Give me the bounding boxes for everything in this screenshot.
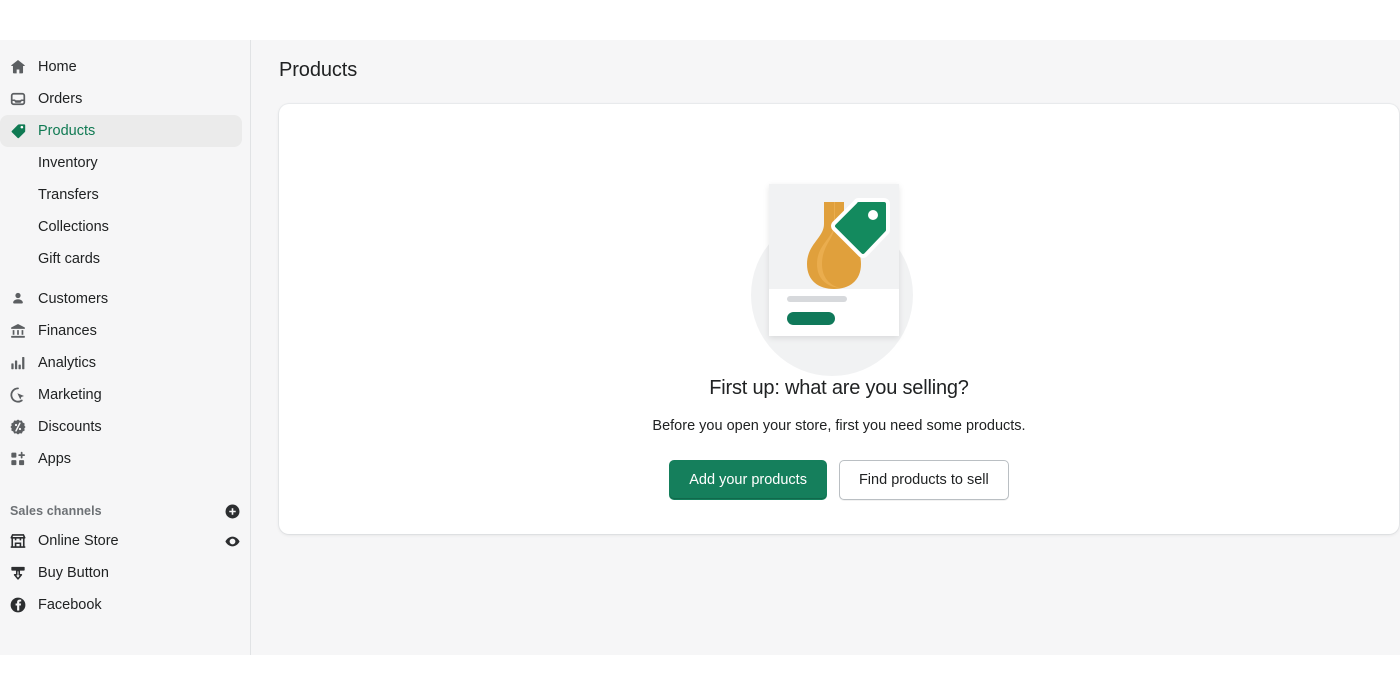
sidebar-item-finances[interactable]: Finances <box>0 315 242 347</box>
sidebar-item-home[interactable]: Home <box>0 51 242 83</box>
illustration-button-placeholder-pill <box>787 312 835 325</box>
apps-grid-plus-icon <box>8 449 28 469</box>
sidebar-item-label: Online Store <box>38 533 119 549</box>
sidebar-item-apps[interactable]: Apps <box>0 443 242 475</box>
sidebar-item-products[interactable]: Products <box>0 115 242 147</box>
empty-state-actions: Add your products Find products to sell <box>669 460 1009 500</box>
sales-channels-section-header: Sales channels <box>0 497 242 525</box>
sidebar-item-buy-button[interactable]: Buy Button <box>0 557 242 589</box>
product-card-vase-illustration <box>739 174 939 376</box>
sidebar-subitem-label: Inventory <box>38 155 98 171</box>
circle-plus-icon[interactable] <box>222 501 242 521</box>
sidebar-item-label: Finances <box>38 323 97 339</box>
find-products-to-sell-button[interactable]: Find products to sell <box>838 460 1009 500</box>
facebook-icon <box>8 595 28 615</box>
empty-state-headline: First up: what are you selling? <box>709 377 969 399</box>
sidebar-item-label: Buy Button <box>38 565 109 581</box>
sales-channels-title: Sales channels <box>10 504 102 518</box>
sidebar-item-marketing[interactable]: Marketing <box>0 379 242 411</box>
sidebar-item-orders[interactable]: Orders <box>0 83 242 115</box>
sidebar-item-label: Facebook <box>38 597 102 613</box>
illustration-title-placeholder-bar <box>787 296 847 302</box>
app-window: Home Orders Products Inventory Transfers… <box>0 40 1400 655</box>
discount-percent-icon <box>8 417 28 437</box>
sidebar-item-analytics[interactable]: Analytics <box>0 347 242 379</box>
sidebar-subitem-label: Gift cards <box>38 251 101 267</box>
eye-view-icon[interactable] <box>222 531 242 551</box>
sidebar: Home Orders Products Inventory Transfers… <box>0 40 251 655</box>
empty-state-subtext: Before you open your store, first you ne… <box>652 418 1026 434</box>
sidebar-item-collections[interactable]: Collections <box>0 211 242 243</box>
sidebar-subitem-label: Collections <box>38 219 109 235</box>
sidebar-item-label: Customers <box>38 291 109 307</box>
sidebar-item-label: Apps <box>38 451 72 467</box>
sidebar-subitem-label: Transfers <box>38 187 99 203</box>
sidebar-item-online-store[interactable]: Online Store <box>0 525 242 557</box>
sidebar-item-gift-cards[interactable]: Gift cards <box>0 243 242 275</box>
sidebar-item-inventory[interactable]: Inventory <box>0 147 242 179</box>
analytics-bars-icon <box>8 353 28 373</box>
main-content: Products First up: what are you selling?… <box>251 40 1400 655</box>
sidebar-item-label: Products <box>38 123 96 139</box>
customer-person-icon <box>8 289 28 309</box>
storefront-icon <box>8 531 28 551</box>
sidebar-item-label: Orders <box>38 91 83 107</box>
home-icon <box>8 57 28 77</box>
empty-state-card: First up: what are you selling? Before y… <box>279 104 1399 534</box>
marketing-target-icon <box>8 385 28 405</box>
sidebar-item-label: Marketing <box>38 387 102 403</box>
page-title: Products <box>279 59 358 81</box>
buy-button-icon <box>8 563 28 583</box>
add-your-products-button[interactable]: Add your products <box>669 460 827 500</box>
sidebar-item-discounts[interactable]: Discounts <box>0 411 242 443</box>
product-tag-icon <box>8 121 28 141</box>
sidebar-item-facebook[interactable]: Facebook <box>0 589 242 621</box>
finances-bank-icon <box>8 321 28 341</box>
orders-inbox-icon <box>8 89 28 109</box>
nav-divider-space <box>0 275 250 283</box>
sidebar-item-customers[interactable]: Customers <box>0 283 242 315</box>
sidebar-item-label: Analytics <box>38 355 97 371</box>
sidebar-item-label: Discounts <box>38 419 102 435</box>
sidebar-item-transfers[interactable]: Transfers <box>0 179 242 211</box>
sidebar-item-label: Home <box>38 59 77 75</box>
